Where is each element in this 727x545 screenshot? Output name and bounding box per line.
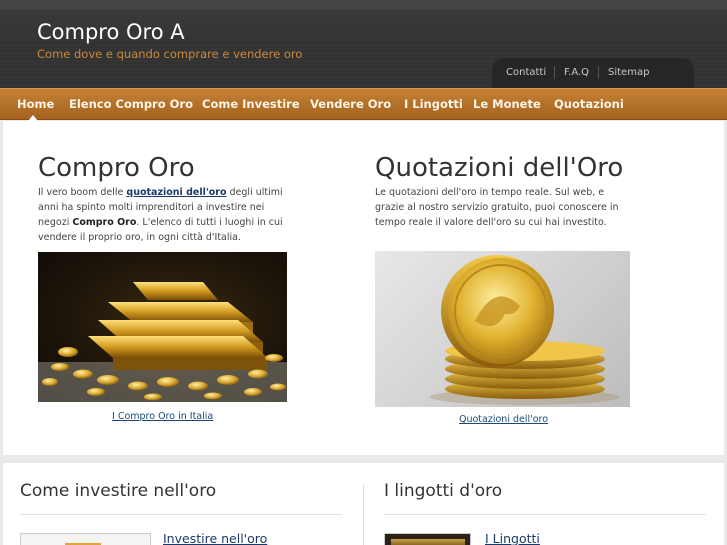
compro-oro-italia-link[interactable]: I Compro Oro in Italia	[112, 411, 213, 422]
top-link-sitemap[interactable]: Sitemap	[608, 67, 649, 78]
top-link-contatti[interactable]: Contatti	[506, 67, 546, 78]
left-column-title: Compro Oro	[38, 153, 195, 183]
section-divider	[384, 514, 706, 515]
thumbnail-graphic	[391, 539, 465, 545]
gold-bars-illustration	[38, 282, 287, 402]
site-title[interactable]: Compro Oro A	[37, 20, 185, 44]
column-divider	[363, 485, 364, 545]
main-nav: Home Elenco Compro Oro Come Investire Ve…	[0, 88, 727, 121]
header-stripe	[0, 0, 727, 10]
nav-item-come-investire[interactable]: Come Investire	[202, 97, 300, 111]
top-links-bar: Contatti F.A.Q Sitemap	[492, 58, 694, 88]
investire-thumbnail[interactable]	[20, 533, 151, 545]
right-column-title: Quotazioni dell'Oro	[375, 153, 624, 183]
i-lingotti-link[interactable]: I Lingotti	[485, 531, 540, 545]
right-column-text: Le quotazioni dell'oro in tempo reale. S…	[375, 187, 619, 228]
investire-nell-oro-link[interactable]: Investire nell'oro	[163, 531, 267, 545]
nav-item-vendere-oro[interactable]: Vendere Oro	[310, 97, 391, 111]
gold-bars-image[interactable]	[38, 252, 287, 402]
nav-item-le-monete[interactable]: Le Monete	[473, 97, 541, 111]
compro-oro-emphasis: Compro Oro	[72, 217, 137, 228]
lingotti-thumbnail[interactable]	[384, 533, 471, 545]
intro-text: Il vero boom delle	[38, 187, 127, 198]
main-content: Compro Oro Il vero boom delle quotazioni…	[3, 121, 724, 455]
quotazioni-oro-link[interactable]: Quotazioni dell'oro	[459, 414, 548, 425]
nav-item-home[interactable]: Home	[17, 97, 54, 111]
site-header: Compro Oro A Come dove e quando comprare…	[0, 0, 727, 88]
site-tagline: Come dove e quando comprare e vendere or…	[37, 47, 303, 61]
nav-item-elenco-compro-oro[interactable]: Elenco Compro Oro	[69, 97, 193, 111]
left-column-text: Il vero boom delle quotazioni dell'oro d…	[38, 185, 293, 245]
gold-coins-image[interactable]	[375, 251, 630, 407]
top-link-faq[interactable]: F.A.Q	[564, 67, 589, 78]
nav-item-i-lingotti[interactable]: I Lingotti	[404, 97, 463, 111]
nav-item-quotazioni[interactable]: Quotazioni	[554, 97, 624, 111]
investire-section-title: Come investire nell'oro	[20, 481, 217, 501]
lower-content: Come investire nell'oro I lingotti d'oro…	[3, 463, 724, 545]
top-link-separator	[598, 66, 599, 79]
section-divider	[20, 514, 342, 515]
quotazioni-inline-link[interactable]: quotazioni dell'oro	[126, 187, 226, 198]
lingotti-section-title: I lingotti d'oro	[384, 481, 503, 501]
gold-coins-illustration	[430, 255, 620, 405]
top-link-separator	[554, 66, 555, 79]
